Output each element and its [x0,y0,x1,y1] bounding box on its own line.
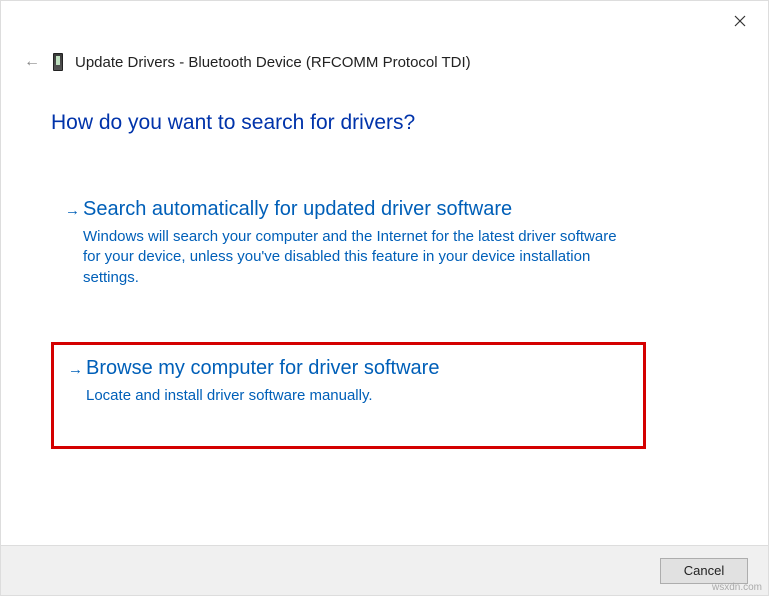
option-title-row: → Browse my computer for driver software [68,357,629,380]
device-icon [53,53,63,71]
option-description: Windows will search your computer and th… [83,227,632,288]
back-arrow-icon: ← [23,53,41,71]
arrow-right-icon: → [68,361,86,378]
option-search-automatically[interactable]: → Search automatically for updated drive… [51,186,646,302]
option-description: Locate and install driver software manua… [86,386,629,406]
header-row: ← Update Drivers - Bluetooth Device (RFC… [23,53,471,71]
option-title-row: → Search automatically for updated drive… [65,198,632,221]
close-icon [734,15,746,27]
cancel-button[interactable]: Cancel [660,558,748,584]
option-title: Search automatically for updated driver … [83,198,512,221]
option-browse-computer[interactable]: → Browse my computer for driver software… [51,342,646,449]
option-title: Browse my computer for driver software [86,357,439,380]
window-title: Update Drivers - Bluetooth Device (RFCOM… [75,54,471,71]
arrow-right-icon: → [65,202,83,219]
options-list: → Search automatically for updated drive… [51,186,646,489]
footer-bar: Cancel [1,545,768,595]
page-heading: How do you want to search for drivers? [51,111,415,135]
close-button[interactable] [728,9,752,33]
watermark: wsxdn.com [712,582,762,593]
